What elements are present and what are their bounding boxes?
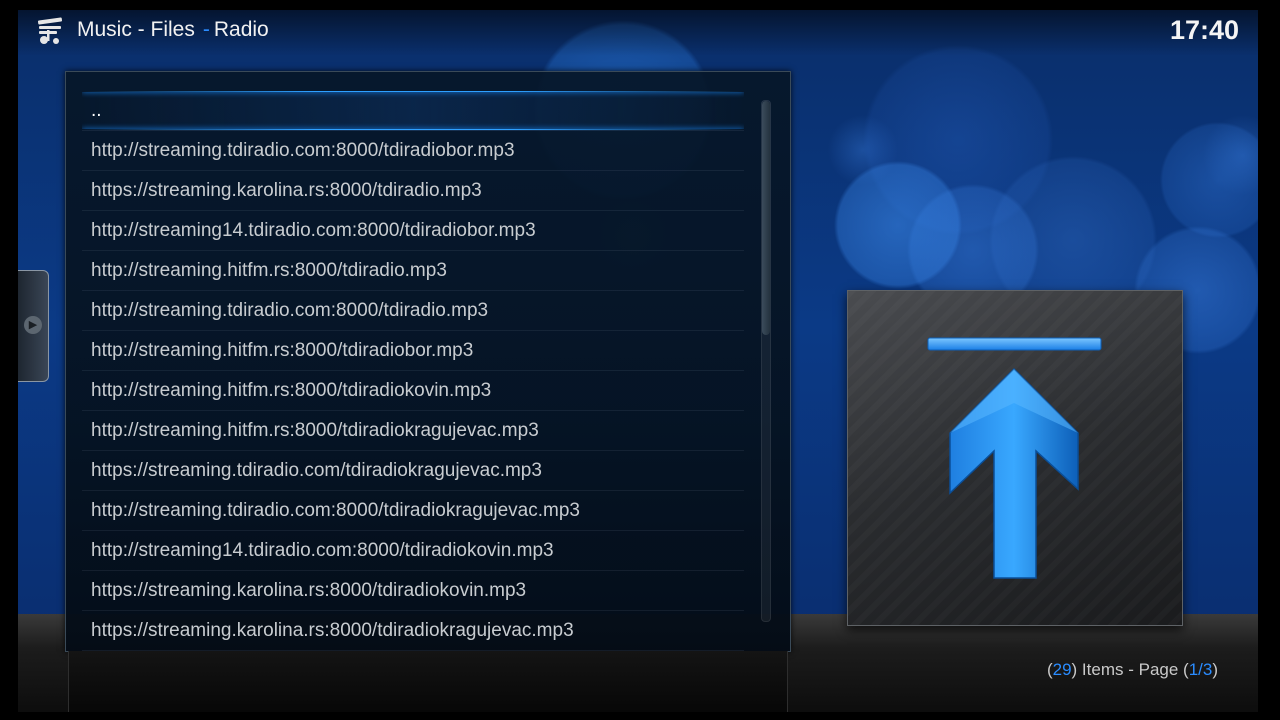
chevron-right-icon[interactable]: ▶ — [24, 316, 42, 334]
paren: ) — [1212, 660, 1218, 679]
item-count: 29 — [1052, 660, 1072, 679]
side-menu-tab[interactable]: ▶ — [18, 270, 49, 382]
list-item[interactable]: http://streaming14.tdiradio.com:8000/tdi… — [82, 531, 744, 571]
breadcrumb-section: Music - Files — [77, 18, 195, 41]
list-scrollbar[interactable] — [761, 100, 771, 622]
list-item[interactable]: http://streaming.hitfm.rs:8000/tdiradio.… — [82, 251, 744, 291]
file-list-panel: .. http://streaming.tdiradio.com:8000/tdi… — [65, 71, 791, 652]
kodi-music-icon[interactable] — [36, 16, 66, 46]
breadcrumb: Music - Files - Radio — [77, 18, 269, 42]
parent-folder-item[interactable]: .. — [82, 91, 744, 131]
clock: 17:40 — [1169, 15, 1239, 45]
list-item[interactable]: https://streaming.karolina.rs:8000/tdira… — [82, 571, 744, 611]
items-label: ) Items - Page ( — [1071, 660, 1189, 679]
list-item[interactable]: http://streaming.tdiradio.com:8000/tdira… — [82, 291, 744, 331]
list-item[interactable]: http://streaming.tdiradio.com:8000/tdira… — [82, 131, 744, 171]
list-item[interactable]: https://streaming.karolina.rs:8000/tdira… — [82, 171, 744, 211]
list-item[interactable]: https://streaming.tdiradio.com/tdiradiok… — [82, 451, 744, 491]
breadcrumb-subsection: Radio — [213, 18, 269, 41]
scrollbar-thumb[interactable] — [762, 101, 770, 335]
file-list: .. http://streaming.tdiradio.com:8000/tdi… — [82, 91, 744, 651]
breadcrumb-separator: - — [202, 18, 210, 41]
list-item[interactable]: http://streaming.hitfm.rs:8000/tdiradiob… — [82, 331, 744, 371]
list-item[interactable]: http://streaming.hitfm.rs:8000/tdiradiok… — [82, 411, 744, 451]
thumbnail — [847, 290, 1183, 626]
kodi-screen: Music - Files - Radio 17:40 ▶ .. http://str… — [18, 10, 1258, 712]
top-bar: Music - Files - Radio 17:40 — [18, 10, 1258, 56]
items-page-info: (29) Items - Page (1/3) — [1047, 660, 1218, 680]
list-item[interactable]: http://streaming14.tdiradio.com:8000/tdi… — [82, 211, 744, 251]
info-panel — [68, 651, 788, 712]
page-indicator: 1/3 — [1188, 660, 1213, 679]
list-item[interactable]: http://streaming.tdiradio.com:8000/tdira… — [82, 491, 744, 531]
list-item[interactable]: http://streaming.hitfm.rs:8000/tdiradiok… — [82, 371, 744, 411]
folder-up-arrow-icon — [927, 337, 1102, 579]
paren: ( — [1046, 660, 1053, 679]
list-item[interactable]: https://streaming.karolina.rs:8000/tdira… — [82, 611, 744, 651]
